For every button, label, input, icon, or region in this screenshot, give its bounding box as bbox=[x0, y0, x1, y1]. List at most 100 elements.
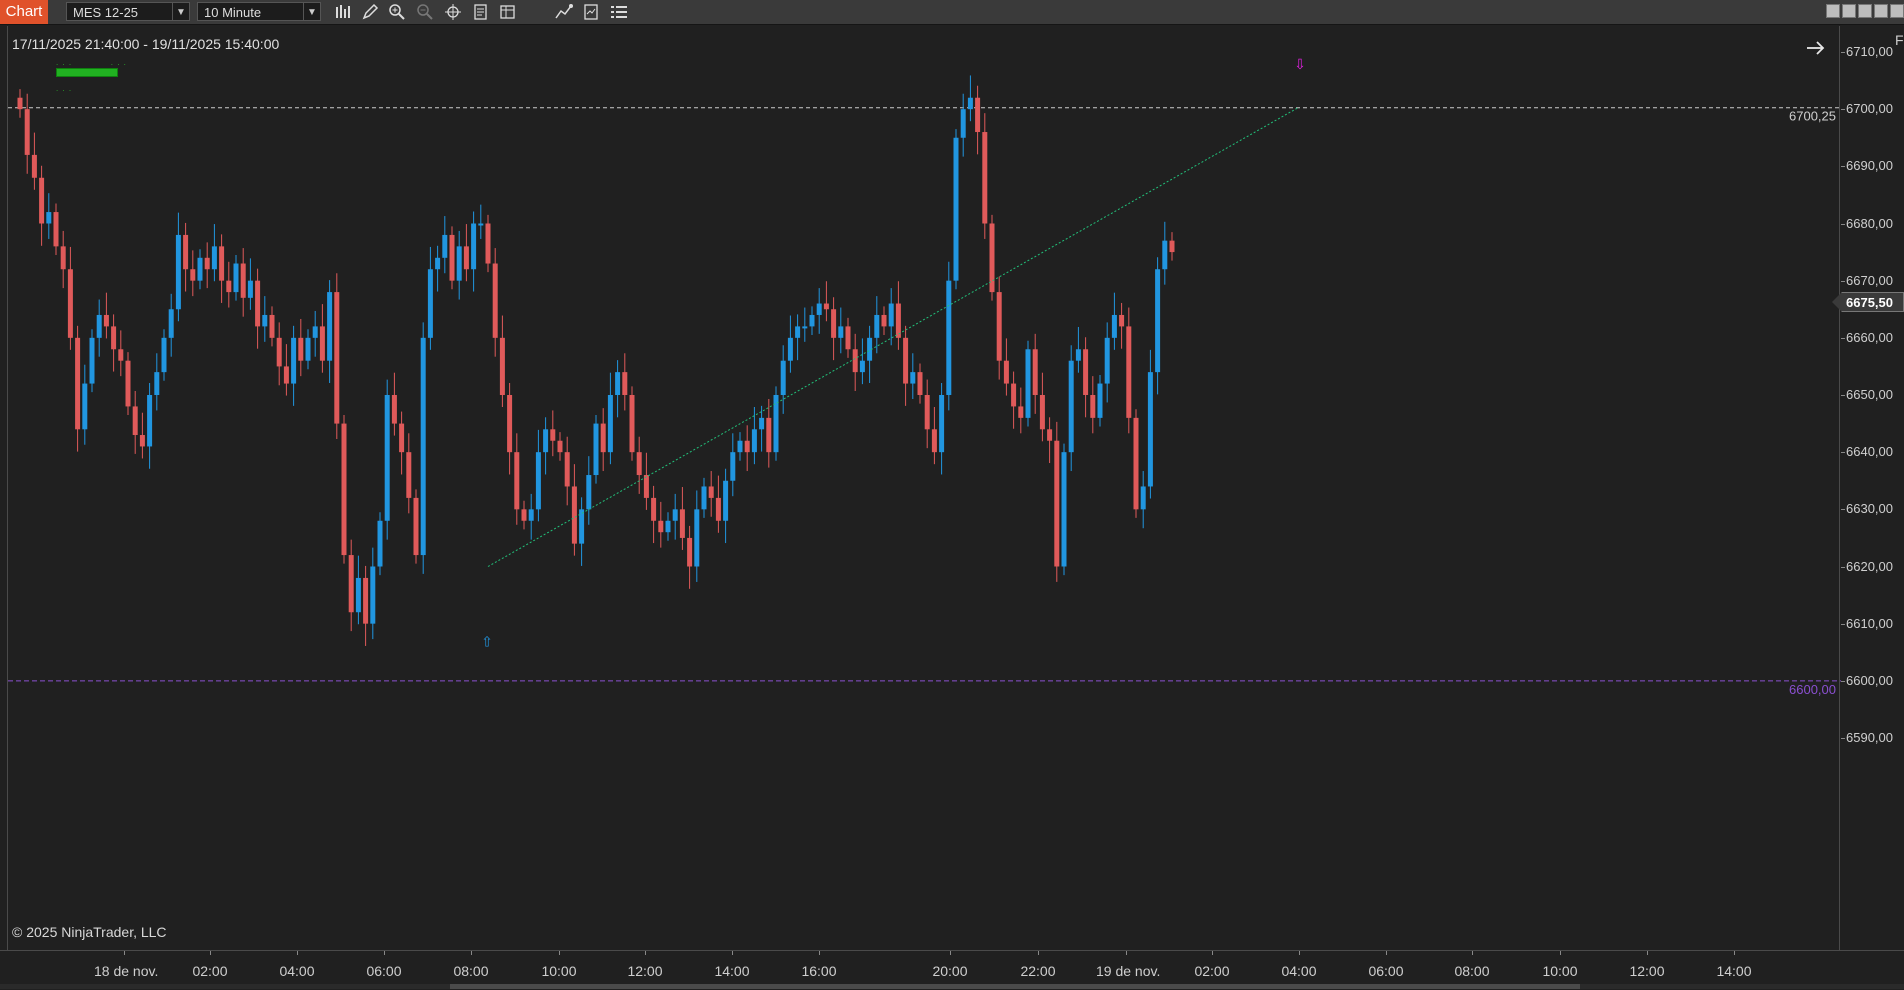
price-tick-label: 6610,00 bbox=[1846, 615, 1893, 631]
window-close-icon[interactable] bbox=[1890, 4, 1904, 18]
candle-body bbox=[953, 137, 959, 281]
candle-body bbox=[175, 234, 181, 310]
candle-body bbox=[103, 314, 109, 327]
candle-body bbox=[715, 497, 721, 521]
candle-body bbox=[420, 337, 426, 556]
candle-body bbox=[262, 314, 268, 327]
candle-body bbox=[629, 395, 635, 453]
price-tick-label: 6670,00 bbox=[1846, 272, 1893, 288]
buy-signal-arrow-icon: ⇧ bbox=[481, 635, 493, 651]
templates-icon[interactable] bbox=[497, 2, 519, 22]
chart-date-range: 17/11/2025 21:40:00 - 19/11/2025 15:40:0… bbox=[12, 36, 280, 52]
candle-body bbox=[571, 486, 577, 544]
chevron-down-icon[interactable]: ▼ bbox=[303, 3, 320, 20]
time-tick-mark bbox=[1647, 951, 1648, 955]
time-tick-label: 14:00 bbox=[714, 963, 750, 979]
candle-body bbox=[39, 177, 45, 224]
candle-body bbox=[183, 234, 189, 270]
candle-body bbox=[363, 577, 369, 624]
bar-type-icon[interactable] bbox=[332, 2, 354, 22]
candle-body bbox=[946, 280, 952, 395]
candle-body bbox=[787, 337, 793, 361]
scrollbar-thumb[interactable] bbox=[450, 984, 1580, 989]
candle-body bbox=[305, 337, 311, 361]
candle-body bbox=[809, 314, 815, 327]
candle-body bbox=[672, 509, 678, 521]
candle-body bbox=[413, 497, 419, 556]
candle-body bbox=[852, 349, 858, 373]
candle-body bbox=[550, 429, 556, 441]
price-tick-label: 6600,00 bbox=[1846, 672, 1893, 688]
candle-body bbox=[665, 520, 671, 533]
chart-trader-icon[interactable] bbox=[608, 2, 630, 22]
candle-body bbox=[312, 326, 318, 338]
time-tick-mark bbox=[559, 951, 560, 955]
time-tick-label: 20:00 bbox=[932, 963, 968, 979]
copyright-text: © 2025 NinjaTrader, LLC bbox=[12, 924, 167, 940]
candle-body bbox=[1133, 417, 1139, 510]
candle-body bbox=[535, 452, 541, 510]
candle-body bbox=[384, 395, 390, 521]
candle-body bbox=[1003, 360, 1009, 384]
candle-body bbox=[96, 314, 102, 338]
properties-icon[interactable] bbox=[470, 2, 492, 22]
candle-body bbox=[744, 440, 750, 453]
window-maximize-icon[interactable] bbox=[1858, 4, 1872, 18]
instrument-selector[interactable]: MES 12-25 ▼ bbox=[66, 2, 190, 21]
candle-body bbox=[1169, 240, 1175, 253]
candle-body bbox=[1075, 349, 1081, 361]
time-tick-mark bbox=[1038, 951, 1039, 955]
strategies-icon[interactable] bbox=[553, 2, 575, 22]
zoom-in-icon[interactable] bbox=[386, 2, 408, 22]
candle-body bbox=[1147, 372, 1153, 487]
candle-body bbox=[1162, 240, 1168, 270]
price-tick-label: 6650,00 bbox=[1846, 387, 1893, 402]
chart-app-tab[interactable]: Chart bbox=[0, 0, 48, 24]
time-tick-label: 04:00 bbox=[1281, 963, 1317, 979]
horizontal-scrollbar[interactable] bbox=[0, 984, 1904, 989]
candle-body bbox=[348, 555, 354, 613]
chevron-down-icon[interactable]: ▼ bbox=[172, 3, 189, 20]
candle-body bbox=[247, 280, 253, 298]
candle-body bbox=[139, 435, 145, 447]
candle-body bbox=[355, 577, 361, 613]
candle-body bbox=[499, 337, 505, 395]
candle-body bbox=[737, 440, 743, 453]
window-tile-icon[interactable] bbox=[1874, 4, 1888, 18]
candle-body bbox=[607, 395, 613, 453]
candle-body bbox=[1083, 349, 1089, 395]
candle-body bbox=[67, 269, 73, 338]
candle-body bbox=[528, 509, 534, 521]
candle-body bbox=[204, 257, 210, 270]
time-tick-mark bbox=[1560, 951, 1561, 955]
price-tick-mark bbox=[1841, 109, 1845, 111]
candle-body bbox=[687, 537, 693, 567]
candle-body bbox=[1018, 406, 1024, 418]
candle-body bbox=[255, 280, 261, 327]
draw-pencil-icon[interactable] bbox=[359, 2, 381, 22]
candle-body bbox=[521, 509, 527, 521]
window-restore-icon[interactable] bbox=[1842, 4, 1856, 18]
price-axis[interactable]: 6710,00 6700,00 6690,00 6680,00 6670,00 6660,… bbox=[1841, 26, 1904, 950]
zoom-out-icon[interactable] bbox=[414, 2, 436, 22]
candle-body bbox=[564, 452, 570, 487]
candle-body bbox=[903, 337, 909, 384]
time-tick-mark bbox=[297, 951, 298, 955]
candle-body bbox=[442, 234, 448, 258]
scroll-to-end-arrow-icon[interactable] bbox=[1806, 40, 1826, 56]
candle-body bbox=[586, 475, 592, 510]
window-minimize-icon[interactable] bbox=[1826, 4, 1840, 18]
current-price-marker: 6675,50 bbox=[1832, 292, 1904, 312]
price-chart[interactable]: ⇧ ⇩ 6700,25 6600,00 bbox=[8, 26, 1841, 950]
candle-body bbox=[75, 337, 81, 430]
candle-body bbox=[802, 326, 808, 329]
crosshair-icon[interactable] bbox=[442, 2, 464, 22]
time-tick-label: 10:00 bbox=[1542, 963, 1578, 979]
time-tick-mark bbox=[645, 951, 646, 955]
chart-panel[interactable]: ⇧ ⇩ 6700,25 6600,00 bbox=[7, 26, 1841, 950]
data-box-icon[interactable] bbox=[580, 2, 602, 22]
candle-body bbox=[658, 520, 664, 533]
candle-body bbox=[406, 452, 412, 498]
price-tick-mark bbox=[1841, 166, 1845, 168]
interval-selector[interactable]: 10 Minute ▼ bbox=[197, 2, 321, 21]
